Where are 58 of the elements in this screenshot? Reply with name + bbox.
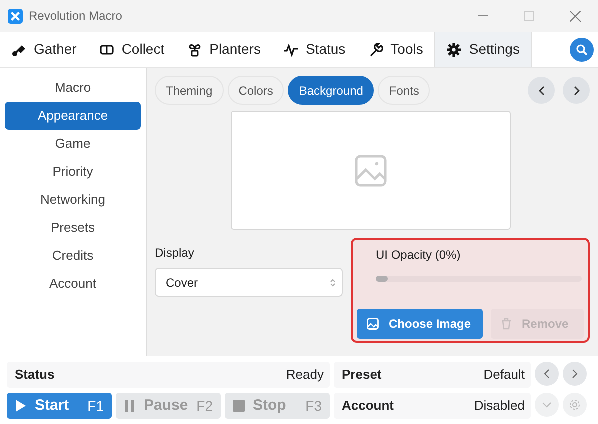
field-label: Display: [155, 245, 196, 262]
preset-label: Preset: [342, 366, 382, 384]
sidebar-item[interactable]: Game: [5, 130, 141, 158]
pause-icon: [124, 399, 136, 413]
chevron-down-icon: [542, 402, 552, 408]
chevron-left-icon: [538, 86, 544, 96]
choose-image-button[interactable]: Choose Image: [357, 309, 483, 339]
sidebar-item[interactable]: Macro: [5, 74, 141, 102]
sidebar-item[interactable]: Priority: [5, 158, 141, 186]
gear-icon: [569, 399, 581, 411]
nav-tab[interactable]: Settings: [434, 32, 532, 67]
chevron-right-icon: [574, 86, 580, 96]
sidebar-item[interactable]: Networking: [5, 186, 141, 214]
search-button[interactable]: [570, 38, 594, 62]
nav-tab[interactable]: Collect: [88, 32, 176, 67]
trash-icon: [501, 318, 512, 330]
previous-button[interactable]: [528, 77, 555, 104]
close-icon: [570, 10, 580, 22]
maximize-icon: [524, 11, 534, 21]
status-label: Status: [15, 366, 55, 384]
image-icon: [355, 154, 387, 186]
previous-button[interactable]: [535, 362, 559, 386]
nav-tab[interactable]: Planters: [176, 32, 272, 67]
window-title: Revolution Macro: [29, 8, 122, 25]
slider-thumb[interactable]: [376, 276, 388, 282]
sub-tab[interactable]: Colors: [228, 76, 284, 105]
image-icon: [367, 318, 379, 330]
nav-tab[interactable]: Status: [272, 32, 357, 67]
sub-tab[interactable]: Background: [288, 76, 374, 105]
pulse-icon: [282, 42, 299, 58]
chevron-left-icon: [544, 369, 550, 379]
plant-icon: [186, 42, 203, 58]
nav-tab[interactable]: Tools: [356, 32, 434, 67]
nav-tab[interactable]: Gather: [0, 32, 88, 67]
gear-icon: [446, 42, 462, 58]
sidebar-item[interactable]: Presets: [5, 214, 141, 242]
sub-tab[interactable]: Fonts: [378, 76, 430, 105]
wrench-icon: [368, 42, 384, 58]
opacity-slider[interactable]: [376, 276, 582, 282]
sidebar-item[interactable]: Appearance: [5, 102, 141, 130]
sidebar-item[interactable]: Credits: [5, 242, 141, 270]
sidebar-item[interactable]: Account: [5, 270, 141, 298]
control-button[interactable]: Start F1: [7, 393, 112, 419]
chevron-icon: [330, 278, 336, 288]
opacity-label: UI Opacity (0%): [375, 247, 462, 264]
display-select[interactable]: Cover: [155, 268, 343, 297]
next-button[interactable]: [563, 362, 587, 386]
next-button[interactable]: [563, 77, 590, 104]
play-icon: [15, 399, 27, 413]
stop-icon: [233, 399, 245, 413]
sub-tab[interactable]: Theming: [155, 76, 224, 105]
app-logo-icon: [8, 8, 23, 24]
search-icon: [576, 44, 588, 56]
chevron-right-icon: [572, 369, 578, 379]
account-value: Disabled: [474, 397, 525, 416]
status-value: Ready: [286, 366, 324, 384]
preset-value: Default: [484, 366, 525, 384]
account-label: Account: [342, 397, 394, 416]
